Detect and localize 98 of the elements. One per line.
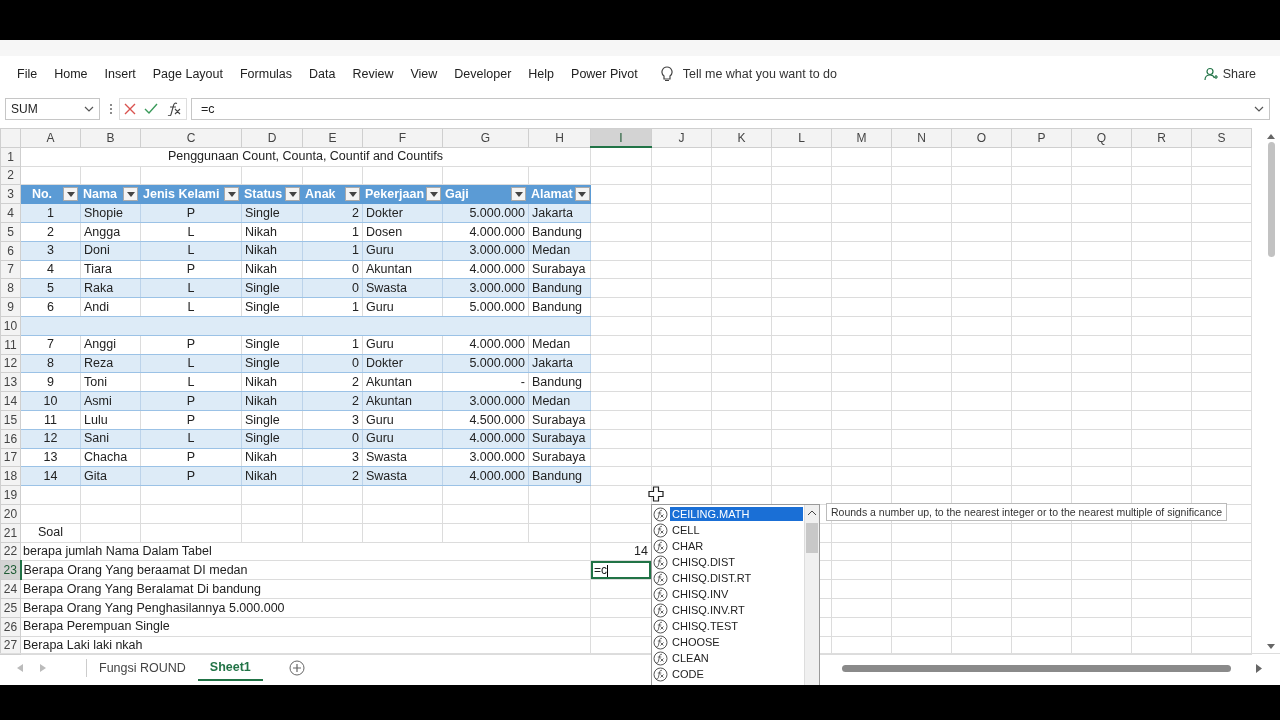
column-header[interactable]: L: [771, 128, 832, 148]
column-header[interactable]: F: [362, 128, 443, 148]
caret-icon: [227, 191, 236, 197]
ribbon-tab[interactable]: Review: [344, 67, 402, 81]
question-text: Berapa Orang Yang Beralamat Di bandung: [20, 579, 591, 599]
function-icon[interactable]: [166, 102, 182, 116]
caret-icon: [66, 191, 75, 197]
function-suggestion[interactable]: CHISQ.DIST: [653, 554, 803, 570]
function-suggestion[interactable]: CHISQ.INV: [653, 586, 803, 602]
scroll-right-icon[interactable]: [1256, 663, 1262, 673]
ribbon-tab[interactable]: View: [402, 67, 446, 81]
ribbon-tab[interactable]: Power Pivot: [563, 67, 646, 81]
function-suggestion[interactable]: CELL: [653, 522, 803, 538]
question-text: Berapa Perempuan Single: [20, 617, 591, 636]
column-header[interactable]: Q: [1071, 128, 1132, 148]
expand-icon[interactable]: [1254, 106, 1264, 112]
column-header[interactable]: D: [241, 128, 303, 148]
function-tooltip: Rounds a number up, to the nearest integer or to the nearest multiple of significance: [826, 503, 1228, 521]
ribbon-tab[interactable]: Developer: [446, 67, 520, 81]
scroll-up-icon[interactable]: [808, 510, 816, 515]
active-cell[interactable]: =c: [590, 560, 652, 580]
scroll-thumb[interactable]: [842, 664, 1231, 672]
column-header[interactable]: G: [442, 128, 529, 148]
function-suggestion[interactable]: CHOOSE: [653, 634, 803, 650]
formula-input[interactable]: =c: [191, 98, 1270, 120]
function-suggestion[interactable]: CHISQ.DIST.RT: [653, 570, 803, 586]
filter-button[interactable]: [63, 187, 78, 202]
caret-icon: [348, 191, 357, 197]
person-icon: [1203, 67, 1218, 81]
function-suggestion[interactable]: CHAR: [653, 538, 803, 554]
cursor-icon: [648, 486, 664, 502]
column-title: Status: [244, 188, 283, 201]
name-box[interactable]: SUM: [5, 98, 100, 120]
column-title: Jenis Kelami: [143, 188, 221, 201]
list-scrollbar[interactable]: [804, 505, 819, 685]
ribbon-tab[interactable]: Help: [520, 67, 563, 81]
column-header[interactable]: N: [891, 128, 952, 148]
filter-button[interactable]: [345, 187, 360, 202]
filter-button[interactable]: [285, 187, 300, 202]
filter-button[interactable]: [511, 187, 526, 202]
column-header[interactable]: I: [590, 128, 652, 148]
column-header[interactable]: R: [1131, 128, 1192, 148]
filter-button[interactable]: [426, 187, 442, 202]
column-header[interactable]: O: [951, 128, 1012, 148]
ribbon-tab[interactable]: Formulas: [231, 67, 301, 81]
filter-button[interactable]: [123, 187, 138, 202]
column-header[interactable]: E: [302, 128, 363, 148]
sheet-title: Penggunaan Count, Counta, Countif and Countifs: [20, 147, 591, 167]
scroll-down-icon[interactable]: [1267, 644, 1275, 649]
grip-icon: [109, 103, 113, 115]
function-suggestion[interactable]: CHISQ.TEST: [653, 618, 803, 634]
add-sheet-icon[interactable]: [288, 660, 305, 676]
column-title: Gaji: [445, 188, 470, 201]
question-text: Berapa Orang Yang beraamat DI medan: [20, 560, 591, 580]
share-button[interactable]: Share: [1197, 66, 1262, 82]
tell-me-search[interactable]: Tell me what you want to do: [682, 67, 837, 81]
question-text: Berapa Laki laki nkah: [20, 636, 591, 655]
check-icon[interactable]: [144, 103, 158, 115]
column-header[interactable]: H: [528, 128, 591, 148]
ribbon-tab[interactable]: Page Layout: [144, 67, 231, 81]
table-cell: Soal: [20, 523, 81, 543]
scroll-thumb[interactable]: [806, 523, 818, 553]
sheet-tab[interactable]: Fungsi ROUND: [87, 655, 198, 681]
column-header[interactable]: J: [651, 128, 712, 148]
column-title: Nama: [83, 188, 119, 201]
column-title: Anak: [305, 188, 337, 201]
ribbon-tab[interactable]: Home: [46, 67, 96, 81]
ribbon-tab[interactable]: Data: [301, 67, 344, 81]
scroll-thumb[interactable]: [1267, 142, 1275, 257]
column-header[interactable]: C: [140, 128, 242, 148]
column-title: No.: [30, 188, 54, 201]
lightbulb-icon: [660, 66, 673, 82]
scroll-up-icon[interactable]: [1267, 134, 1275, 139]
ribbon-tab[interactable]: Insert: [96, 67, 144, 81]
caret-icon: [126, 191, 135, 197]
ribbon-tab[interactable]: File: [9, 67, 46, 81]
function-suggestion[interactable]: CHISQ.INV.RT: [653, 602, 803, 618]
column-header[interactable]: K: [711, 128, 772, 148]
question-text: berapa jumlah Nama Dalam Tabel: [20, 542, 591, 561]
caret-icon: [84, 106, 94, 112]
column-header[interactable]: P: [1011, 128, 1072, 148]
column-title: Alamat: [531, 188, 573, 201]
filter-button[interactable]: [224, 187, 239, 202]
column-header[interactable]: S: [1191, 128, 1252, 148]
function-suggestion[interactable]: CLEAN: [653, 650, 803, 666]
column-header[interactable]: B: [80, 128, 141, 148]
function-suggestion[interactable]: CODE: [653, 666, 803, 682]
cancel-icon[interactable]: [124, 103, 136, 115]
horizontal-scrollbar[interactable]: [842, 663, 1262, 673]
column-title: Pekerjaan: [365, 188, 425, 201]
caret-icon: [429, 191, 438, 197]
column-header[interactable]: A: [20, 128, 81, 148]
caret-icon: [514, 191, 523, 197]
column-header[interactable]: M: [831, 128, 892, 148]
question-text: Berapa Orang Yang Penghasilannya 5.000.000: [20, 598, 591, 618]
caret-icon: [288, 191, 297, 197]
filter-button[interactable]: [574, 187, 590, 202]
caret-icon: [578, 191, 587, 197]
